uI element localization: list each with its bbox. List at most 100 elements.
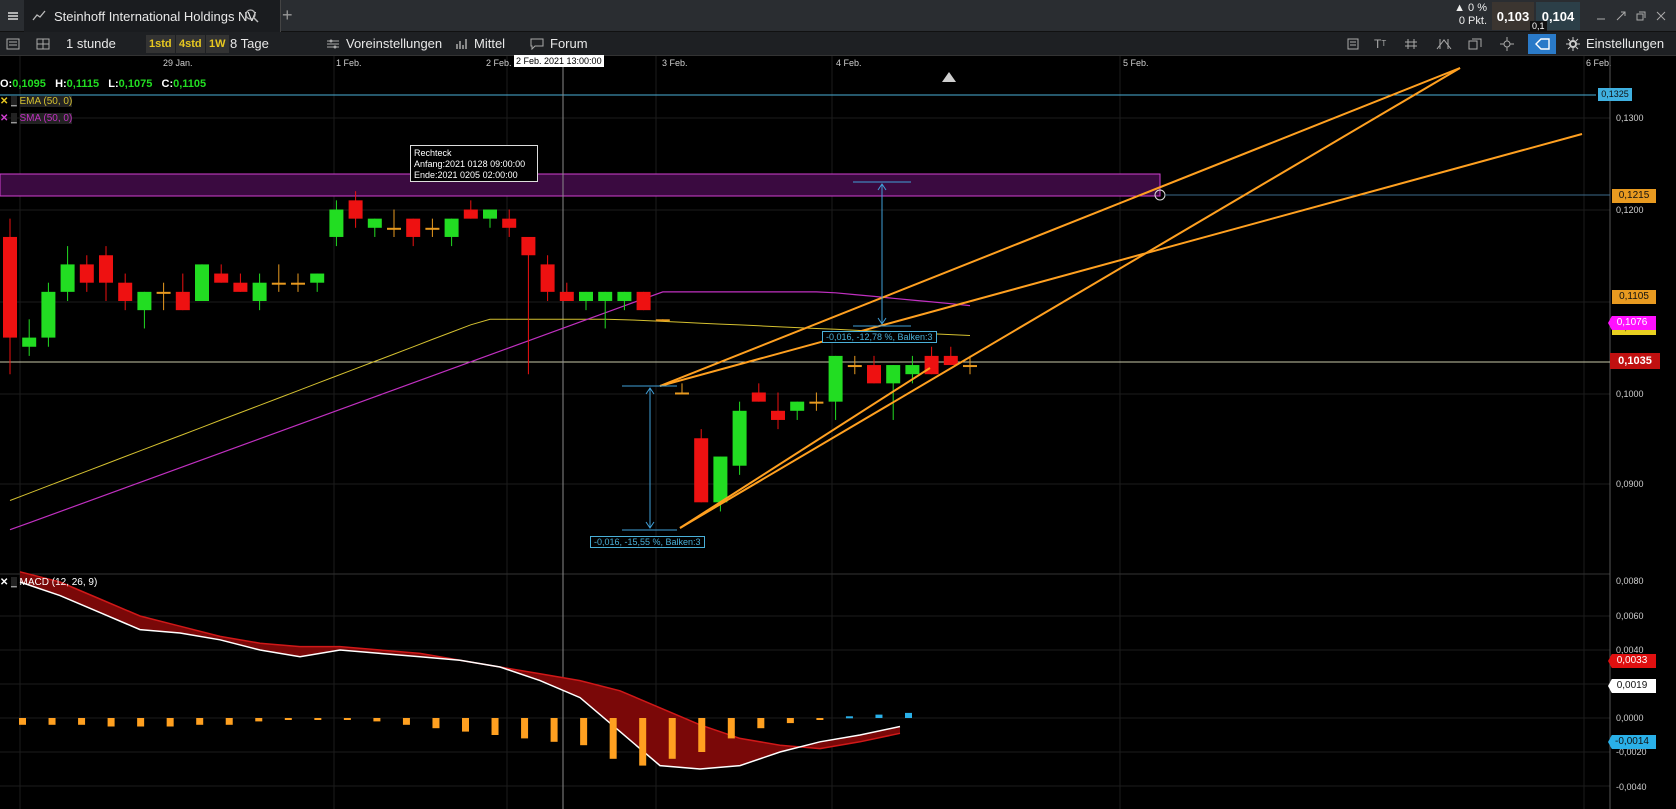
candle-body [963,365,977,368]
sma-minimize-icon[interactable]: _ [11,113,17,124]
candle-body [41,291,56,338]
time-axis-label: 4 Feb. [836,58,862,68]
macd-tag-signal: 0,0019 [1608,679,1656,693]
minimize-icon[interactable] [1596,0,1606,31]
macd-remove-icon[interactable]: ✕ [0,577,8,588]
candle-body [751,392,766,402]
price-tag-sma: 0,1076 [1608,316,1656,330]
mittel-button[interactable]: Mittel [474,32,505,55]
candle-body [99,255,113,283]
macd-histogram-bar [373,718,381,722]
settings-gear-icon[interactable] [1566,32,1580,55]
macd-axis-label: -0,0040 [1616,782,1647,792]
price-axis-label: 0,1200 [1616,205,1644,215]
trendline-lower[interactable] [679,67,1461,529]
trendline-upper-channel[interactable] [659,133,1583,387]
hamburger-icon[interactable] [4,0,22,31]
instrument-tab[interactable]: Steinhoff International Holdings NV [24,0,281,32]
presets-button[interactable]: Voreinstellungen [346,32,442,55]
macd-histogram-bar [255,718,263,722]
add-tab-button[interactable]: + [282,0,293,31]
candle-body [559,291,574,301]
low-value: 0,1075 [118,78,153,90]
ema-label: EMA (50, 0) [19,96,73,107]
timeframe-1std-button[interactable]: 1std [146,35,175,53]
macd-histogram [19,712,912,766]
draw-tool-icon[interactable] [1528,34,1556,54]
copy-icon[interactable] [1468,32,1482,55]
presets-icon[interactable] [326,32,340,55]
ema-remove-icon[interactable]: ✕ [0,96,8,107]
time-axis-label: 1 Feb. [336,58,362,68]
macd-histogram-bar [196,718,204,725]
macd-legend[interactable]: ✕ _ MACD (12, 26, 9) [0,577,97,588]
price-chart[interactable]: 29 Jan. 1 Feb. 2 Feb. 3 Feb. 4 Feb. 5 Feb. 6 F… [0,56,1676,809]
settings-button[interactable]: Einstellungen [1586,32,1664,55]
range-select[interactable]: 8 Tage [230,32,269,55]
candle-body [943,355,958,366]
macd-label: MACD (12, 26, 9) [19,577,98,588]
macd-histogram-bar [639,718,647,766]
candle-body [233,282,248,292]
time-axis-label: 3 Feb. [662,58,688,68]
price-tag-top-line: 0,1325 [1598,88,1632,101]
measure-tool-lower[interactable] [622,385,677,531]
forum-icon[interactable] [530,32,544,55]
orders-icon[interactable] [1346,32,1360,55]
text-size-icon[interactable]: TT [1374,32,1386,55]
trendline-support[interactable] [679,367,931,529]
candle-body [790,401,805,411]
time-axis-label: 2 Feb. [486,58,512,68]
candle-body [425,227,440,230]
close-value: 0,1105 [173,78,207,90]
close-icon[interactable] [1656,0,1666,31]
candle-body [886,365,901,384]
macd-histogram-bar [786,718,794,724]
macd-histogram-bar [107,718,115,727]
restore-icon[interactable] [1636,0,1646,31]
ema-line [9,318,971,501]
trendline-upper[interactable] [659,67,1461,387]
search-icon[interactable] [244,0,260,32]
forum-button[interactable]: Forum [550,32,588,55]
sma-remove-icon[interactable]: ✕ [0,113,8,124]
layout-icon[interactable] [36,32,50,55]
macd-histogram-bar [521,718,529,739]
macd-histogram-bar [225,718,233,725]
timeframe-select[interactable]: 1 stunde [66,32,116,55]
candle-body [867,365,881,384]
list-icon[interactable] [6,32,20,55]
event-marker-icon[interactable] [942,72,956,82]
bid-price[interactable]: 0,103 [1492,2,1534,30]
candle-body [905,365,920,375]
rectangle-drawing[interactable] [0,173,1161,197]
timeframe-1w-button[interactable]: 1W [206,35,229,53]
macd-histogram-bar [816,718,824,720]
ema-minimize-icon[interactable]: _ [11,96,17,107]
macd-histogram-bar [757,718,765,729]
crosshair-grid-icon[interactable] [1436,32,1452,55]
spread: 0,1 [1530,21,1547,31]
crosshair-icon[interactable] [1500,32,1514,55]
timeframe-4std-button[interactable]: 4std [176,35,205,53]
indicator-icon[interactable] [456,32,470,55]
macd-tag-macd: 0,0033 [1608,654,1656,668]
grid-icon[interactable] [1404,32,1418,55]
measure-tool-upper[interactable] [853,181,911,327]
ema-legend[interactable]: ✕ _ EMA (50, 0) [0,96,73,107]
macd-histogram-bar [698,718,706,752]
candle-body [329,209,344,237]
candle-body [79,264,94,283]
candle-body [732,410,747,466]
tooltip-end: Ende:2021 0205 02:00:00 [414,170,518,180]
rectangle-tooltip: Rechteck Anfang:2021 0128 09:00:00 Ende:… [410,145,538,182]
candle-body [291,282,305,285]
macd-minimize-icon[interactable]: _ [11,577,17,588]
candle-body [579,291,593,301]
candle-body [694,438,709,503]
candle-body [617,291,632,301]
sma-legend[interactable]: ✕ _ SMA (50, 0) [0,113,73,124]
expand-icon[interactable] [1616,0,1626,31]
candle-body [847,365,862,368]
open-value: 0,1095 [12,78,46,90]
